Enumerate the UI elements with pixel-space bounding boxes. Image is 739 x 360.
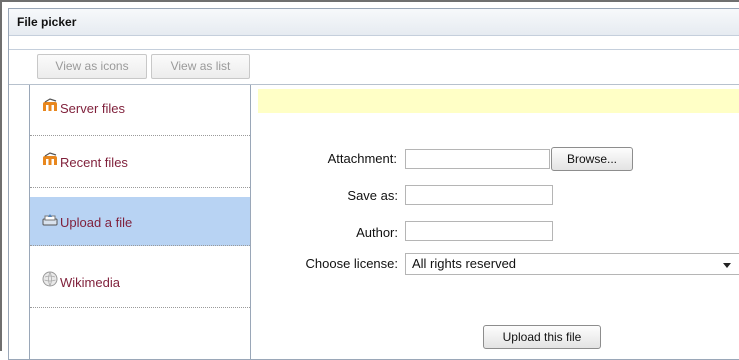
window-left-border [0, 0, 2, 351]
repository-sidebar: Server files Recent files Upload a file … [29, 85, 251, 359]
notice-bar [258, 89, 739, 113]
chevron-down-icon [723, 263, 731, 268]
sidebar-item-upload-a-file[interactable]: Upload a file [30, 197, 250, 246]
attachment-label: Attachment: [327, 151, 397, 166]
browse-button[interactable]: Browse... [551, 147, 633, 171]
license-label: Choose license: [305, 256, 399, 271]
moodle-icon [42, 97, 58, 113]
license-select[interactable]: All rights reserved [405, 253, 739, 275]
sidebar-item-wikimedia[interactable]: Wikimedia [30, 257, 250, 308]
sidebar-item-server-files[interactable]: Server files [30, 85, 250, 136]
save-as-field[interactable] [405, 185, 553, 205]
sidebar-item-label: Server files [60, 101, 126, 116]
view-as-icons-button[interactable]: View as icons [37, 54, 147, 79]
moodle-icon [42, 151, 58, 167]
author-label: Author: [356, 225, 398, 240]
upload-icon [42, 211, 58, 227]
view-as-list-button[interactable]: View as list [151, 54, 250, 79]
sidebar-item-recent-files[interactable]: Recent files [30, 137, 250, 188]
wikimedia-icon [42, 271, 58, 287]
upload-panel: Attachment: Browse... Save as: Author: C… [251, 85, 739, 359]
sidebar-item-label: Wikimedia [60, 275, 120, 290]
license-selected-value: All rights reserved [412, 256, 517, 271]
sidebar-item-label: Recent files [60, 155, 128, 170]
file-picker-dialog: File picker View as icons View as list S… [8, 8, 739, 360]
window-top-border [0, 0, 739, 2]
save-as-label: Save as: [347, 188, 398, 203]
attachment-field[interactable] [405, 149, 550, 169]
upload-this-file-button[interactable]: Upload this file [483, 325, 601, 349]
view-toolbar: View as icons View as list [9, 49, 739, 86]
dialog-title: File picker [9, 9, 739, 36]
sidebar-item-label: Upload a file [60, 215, 133, 230]
author-field[interactable] [405, 221, 553, 241]
